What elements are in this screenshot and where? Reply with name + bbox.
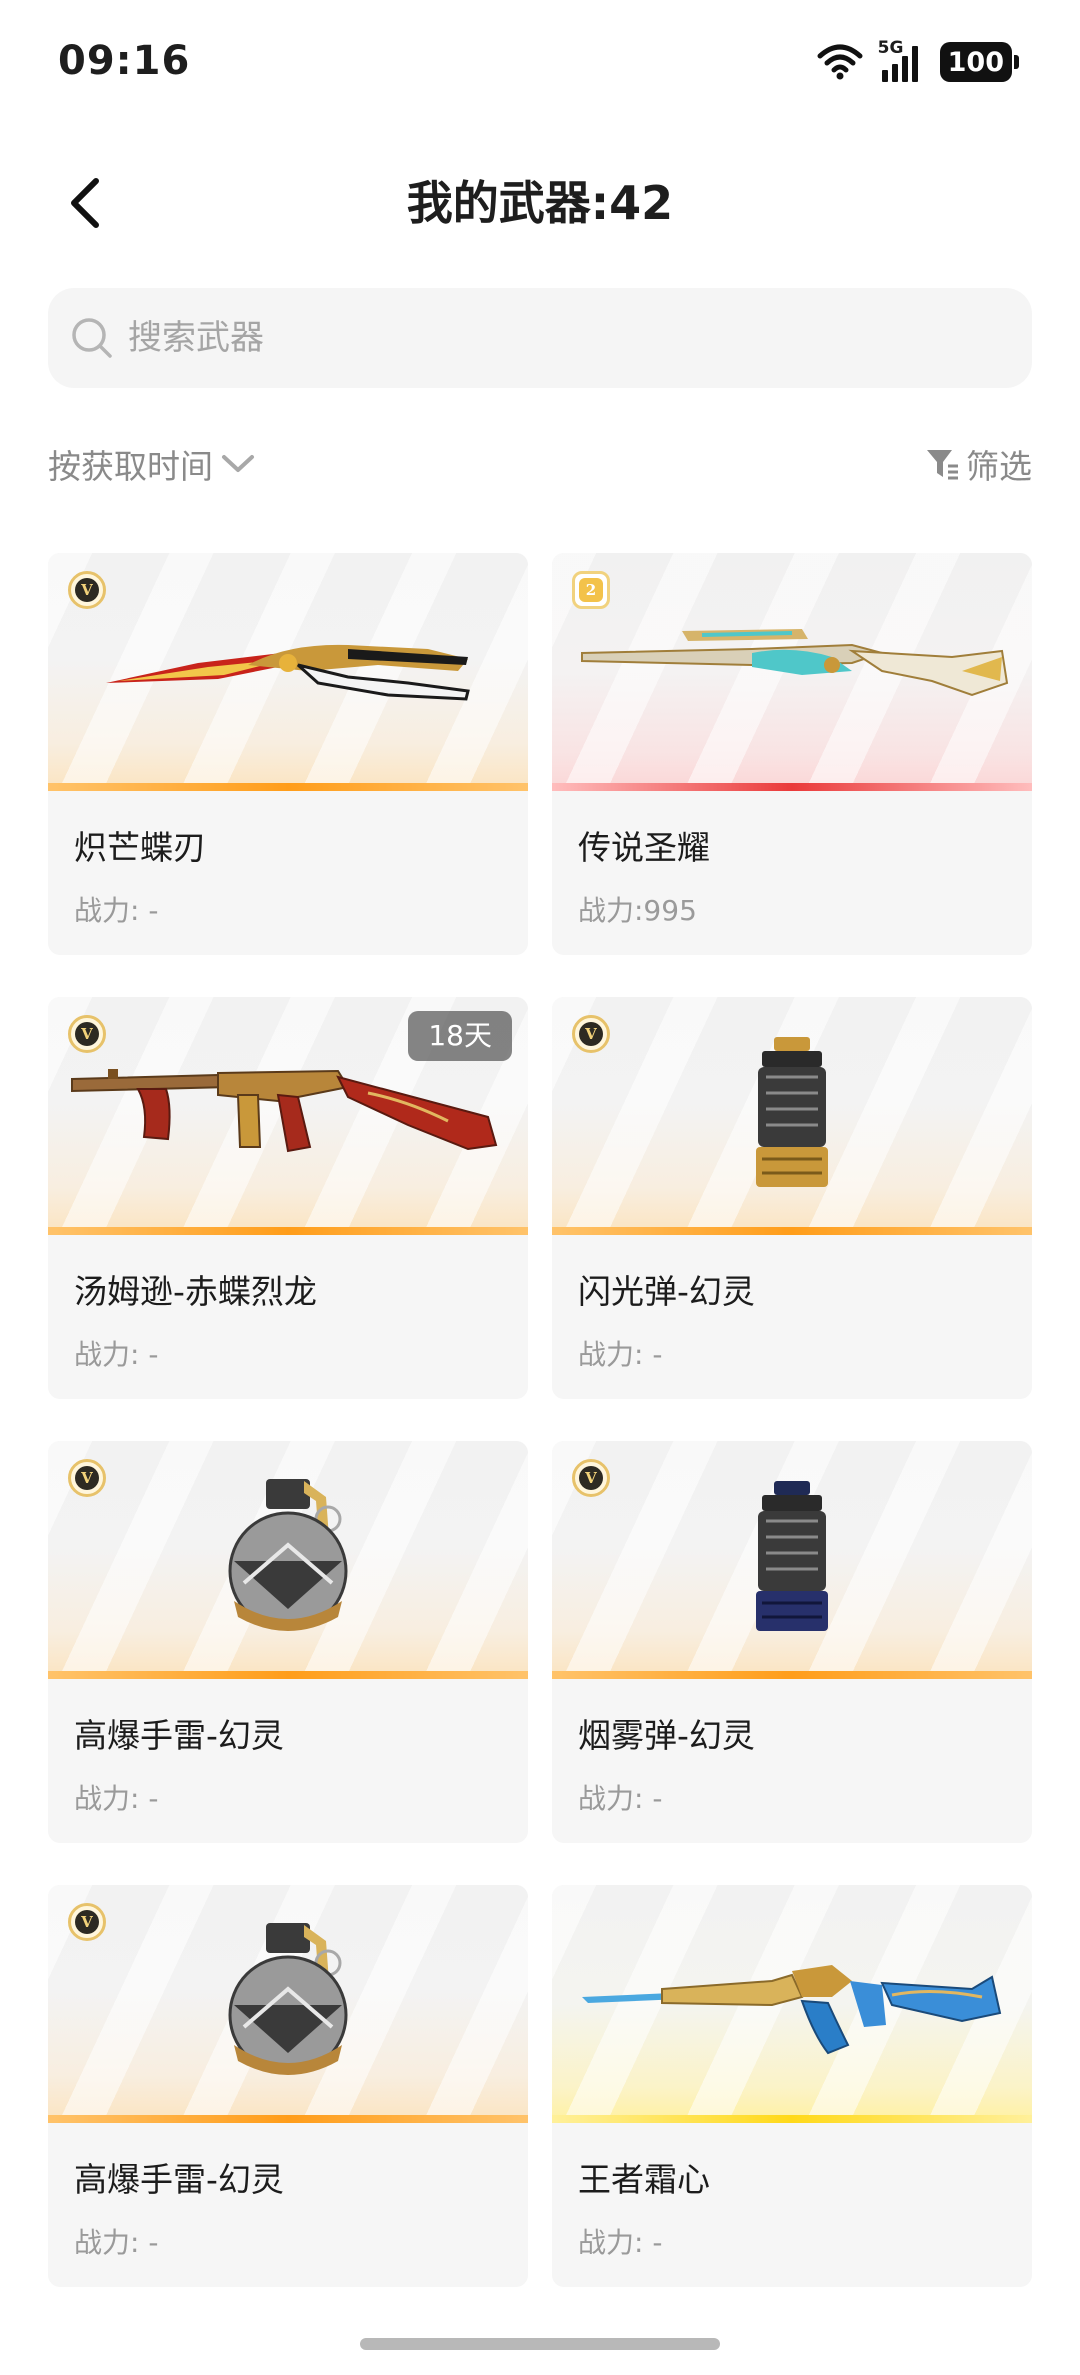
weapon-name: 王者霜心	[578, 2160, 710, 2199]
filter-label: 筛选	[966, 447, 1032, 486]
weapon-name: 高爆手雷-幻灵	[74, 2160, 284, 2199]
weapon-name: 高爆手雷-幻灵	[74, 1716, 284, 1755]
tier-badge-label: V	[75, 1466, 99, 1490]
weapon-card[interactable]: V 高爆手雷-幻灵 战力: -	[48, 1885, 528, 2287]
battery-indicator: 100	[939, 42, 1020, 82]
weapon-card[interactable]: V 炽芒蝶刃 战力: -	[48, 553, 528, 955]
weapon-card[interactable]: 王者霜心 战力: -	[552, 1885, 1032, 2287]
tier-badge-label: V	[75, 578, 99, 602]
cellular-signal-icon: 5G	[878, 38, 926, 82]
weapon-name: 汤姆逊-赤蝶烈龙	[74, 1272, 317, 1311]
weapon-power: 战力: -	[74, 2226, 159, 2259]
vip-tier-icon: V	[68, 1459, 106, 1497]
smoke-grenade-icon	[756, 1481, 828, 1631]
rarity-bar	[48, 783, 528, 791]
weapon-name: 传说圣耀	[578, 828, 710, 867]
sort-label: 按获取时间	[48, 447, 213, 486]
search-bar[interactable]	[48, 288, 1032, 388]
rarity-bar	[552, 783, 1032, 791]
weapon-power: 战力: -	[578, 2226, 663, 2259]
rarity-bar	[48, 2115, 528, 2123]
flashbang-icon	[756, 1037, 828, 1187]
sort-dropdown[interactable]: 按获取时间	[48, 440, 255, 488]
frag-grenade-icon	[228, 1923, 348, 2075]
home-indicator[interactable]	[360, 2338, 720, 2350]
weapon-image-area: V	[48, 553, 528, 791]
weapon-card[interactable]: 2 传说圣耀 战力:995	[552, 553, 1032, 955]
duration-badge: 18天	[408, 1011, 512, 1061]
vip-tier-icon: V	[572, 1459, 610, 1497]
network-type-label: 5G	[877, 38, 904, 58]
rarity-bar	[48, 1671, 528, 1679]
butterfly-knife-icon	[106, 644, 470, 701]
wifi-icon	[817, 44, 863, 80]
tier-badge-label: V	[579, 1466, 603, 1490]
rarity-bar	[552, 1671, 1032, 1679]
rarity-bar	[48, 1227, 528, 1235]
weapon-image-area: V	[552, 997, 1032, 1235]
vip-tier-icon: V	[68, 1015, 106, 1053]
weapon-image-area: V 18天	[48, 997, 528, 1235]
weapon-power: 战力: -	[578, 1338, 663, 1371]
weapon-power: 战力: -	[578, 1782, 663, 1815]
filter-button[interactable]: 筛选	[924, 440, 1032, 488]
weapon-image-area: V	[48, 1885, 528, 2123]
legend-tier-icon: 2	[572, 571, 610, 609]
weapon-name: 烟雾弹-幻灵	[578, 1716, 755, 1755]
tier-badge-label: V	[75, 1910, 99, 1934]
rarity-bar	[552, 1227, 1032, 1235]
tier-badge-label: V	[579, 1022, 603, 1046]
weapon-image-area	[552, 1885, 1032, 2123]
weapon-power: 战力:995	[578, 894, 697, 927]
filter-icon	[927, 450, 958, 480]
weapon-image-area: V	[552, 1441, 1032, 1679]
tier-badge-label: 2	[579, 578, 603, 602]
weapon-name: 炽芒蝶刃	[74, 828, 206, 867]
sniper-rifle-icon	[581, 629, 1009, 697]
weapon-power: 战力: -	[74, 1782, 159, 1815]
weapon-image-area: V	[48, 1441, 528, 1679]
frag-grenade-icon	[228, 1479, 348, 1631]
search-input[interactable]	[128, 318, 988, 358]
weapon-card[interactable]: V 闪光弹-幻灵 战力: -	[552, 997, 1032, 1399]
rarity-bar	[552, 2115, 1032, 2123]
status-icons: 5G 100	[816, 38, 1020, 84]
weapon-card[interactable]: V 烟雾弹-幻灵 战力: -	[552, 1441, 1032, 1843]
weapon-power: 战力: -	[74, 894, 159, 927]
weapon-image-area: 2	[552, 553, 1032, 791]
assault-rifle-icon	[582, 1965, 1002, 2055]
weapon-name: 闪光弹-幻灵	[578, 1272, 755, 1311]
weapon-power: 战力: -	[74, 1338, 159, 1371]
vip-tier-icon: V	[572, 1015, 610, 1053]
status-time: 09:16	[58, 38, 191, 84]
vip-tier-icon: V	[68, 1903, 106, 1941]
weapon-card[interactable]: V 高爆手雷-幻灵 战力: -	[48, 1441, 528, 1843]
weapon-card[interactable]: V 18天 汤姆逊-赤蝶烈龙 战力: -	[48, 997, 528, 1399]
chevron-down-icon	[222, 455, 254, 472]
page-title: 我的武器:42	[406, 176, 674, 230]
vip-tier-icon: V	[68, 571, 106, 609]
status-bar: 09:16 5G 100	[0, 0, 1080, 120]
weapons-screen: 09:16 5G 100 我的武器:42 搜索武器 按获取时间 筛选 V 炽芒蝶…	[0, 0, 1080, 2375]
tier-badge-label: V	[75, 1022, 99, 1046]
search-icon	[72, 318, 112, 358]
battery-level: 100	[947, 46, 1004, 78]
